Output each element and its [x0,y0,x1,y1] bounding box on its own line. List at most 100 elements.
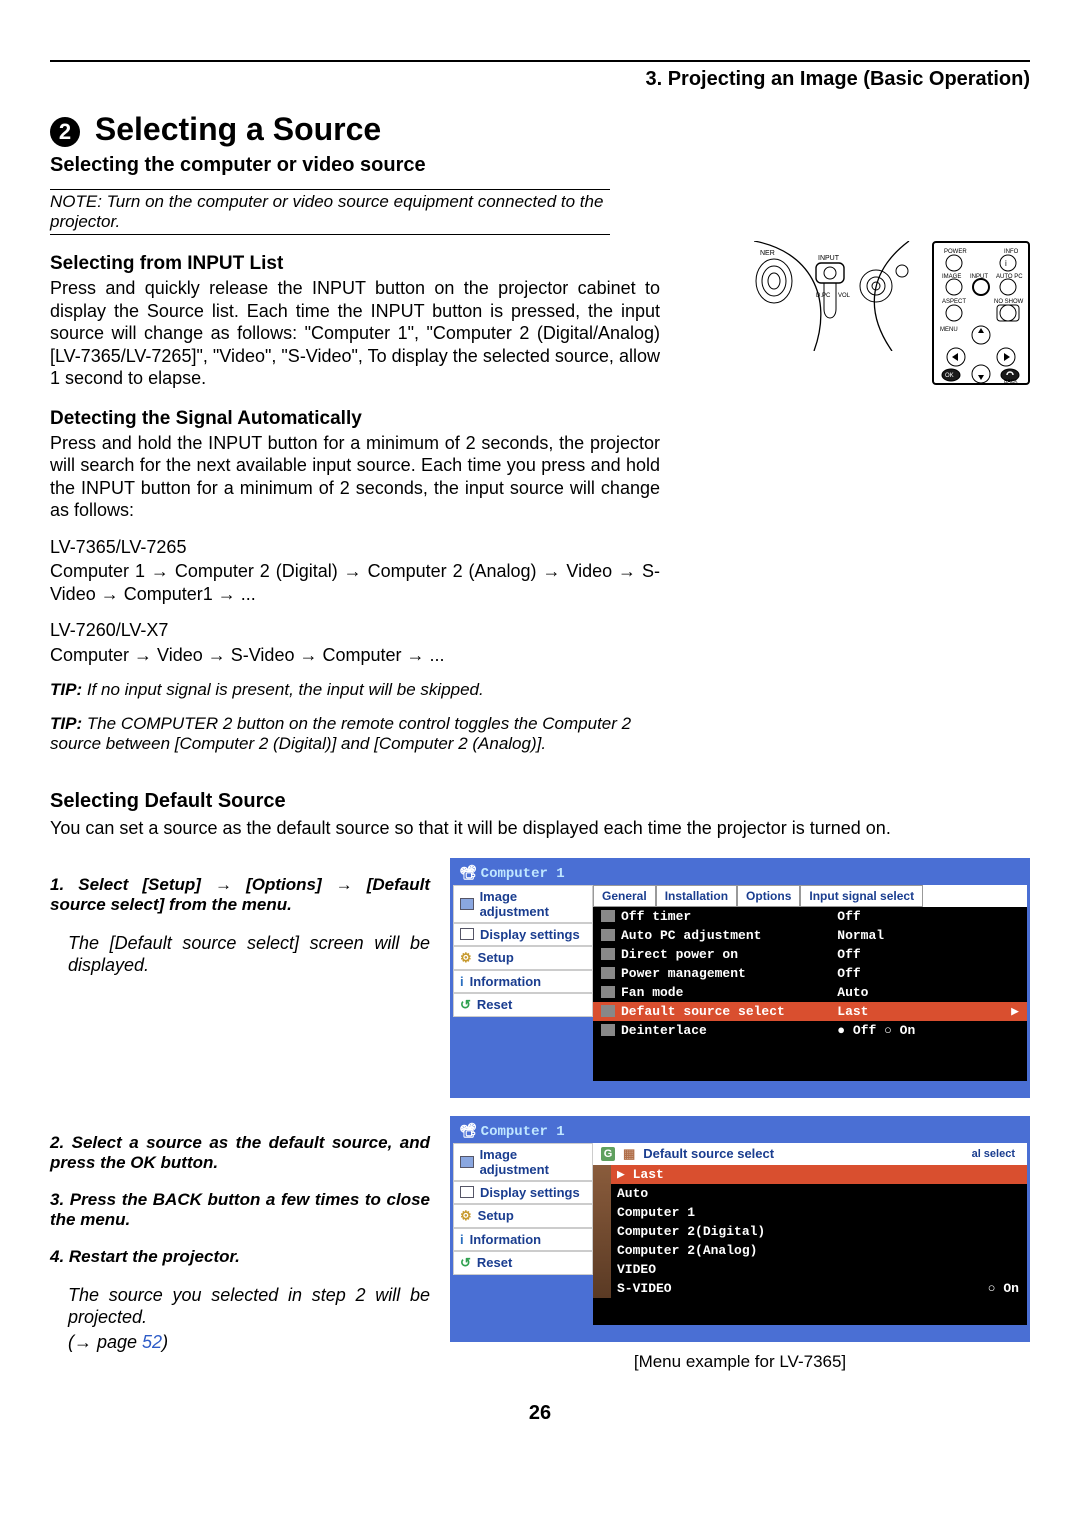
note-block: NOTE: Turn on the computer or video sour… [50,189,610,235]
rect-icon [460,1186,474,1198]
section-title: 2 Selecting a Source [50,111,1030,148]
pageref-suffix: ) [162,1332,168,1352]
tab-options[interactable]: Options [737,885,800,907]
tab-general[interactable]: General [593,885,656,907]
chain-line-2: Computer → Video → S-Video → Computer → … [50,644,660,667]
row-icon [601,1005,615,1017]
menu-screenshot-2: 📽 Computer 1 Image adjustment Display se… [450,1116,1030,1342]
menu-screenshot-1: 📽 Computer 1 Image adjustment Display se… [450,858,1030,1098]
label-input: INPUT [818,255,840,262]
subsection-input-list: Selecting from INPUT List [50,253,660,275]
chain-line-1: Computer 1 → Computer 2 (Digital) → Comp… [50,560,660,605]
page-reference-link[interactable]: 52 [142,1332,162,1352]
step1-number: 1. [50,875,78,894]
option-row[interactable]: Deinterlace● Off ○ On [593,1021,1027,1040]
source-item[interactable]: Computer 2(Analog) [593,1241,1027,1260]
panel-icon: ▦ [623,1146,635,1162]
option-row[interactable]: Power managementOff [593,964,1027,983]
label-back: BACK [1004,379,1018,383]
sidebar2-information[interactable]: iInformation [453,1228,593,1251]
menu2-monitor-icon: 📽 [459,1122,477,1138]
sidebar-reset[interactable]: ↺Reset [453,993,593,1017]
option-row[interactable]: Fan modeAuto [593,983,1027,1002]
default-source-heading: Selecting Default Source [50,790,1030,813]
menu2-main: G ▦ Default source select al select ▶ La… [593,1143,1027,1325]
remote-control-diagram: POWER INFO i IMAGE INPUT AUTO PC ASPECT … [932,241,1030,385]
model-line-1: LV-7365/LV-7265 [50,536,660,559]
label-ok: OK [945,373,954,379]
option-row[interactable]: Off timerOff [593,907,1027,926]
info-icon: i [460,974,464,989]
gear-icon: ⚙ [460,1208,472,1224]
menu2-panel-title: Default source select [643,1146,774,1161]
step3-number: 3. [50,1190,70,1209]
option-row[interactable]: Direct power onOff [593,945,1027,964]
scroll-strip [593,1165,611,1298]
svg-text:i: i [1005,259,1007,268]
sidebar-setup[interactable]: ⚙Setup [453,946,593,970]
sidebar-information[interactable]: iInformation [453,970,593,993]
option-row[interactable]: Default source selectLast▶ [593,1002,1027,1021]
tip-1: TIP: If no input signal is present, the … [50,680,660,700]
menu2-sidebar: Image adjustment Display settings ⚙Setup… [453,1143,593,1325]
sidebar-image-adjustment[interactable]: Image adjustment [453,885,593,923]
label-aspect: ASPECT [942,299,966,305]
step1-text: Select [Setup] → [Options] → [Default so… [50,875,430,914]
row-icon [601,967,615,979]
subsection-auto-detect: Detecting the Signal Automatically [50,408,660,430]
page-number: 26 [50,1402,1030,1425]
reset-icon: ↺ [460,1255,471,1271]
label-ner: NER [760,250,775,257]
input-list-body: Press and quickly release the INPUT butt… [50,277,660,390]
source-item[interactable]: ▶ Last [593,1165,1027,1184]
label-menu: MENU [940,327,958,333]
sidebar2-display-settings[interactable]: Display settings [453,1181,593,1204]
option-row[interactable]: Auto PC adjustmentNormal [593,926,1027,945]
section-title-text: Selecting a Source [95,111,381,147]
sidebar-display-settings[interactable]: Display settings [453,923,593,946]
sidebar2-reset[interactable]: ↺Reset [453,1251,593,1275]
source-item[interactable]: Computer 2(Digital) [593,1222,1027,1241]
tab-installation[interactable]: Installation [656,885,737,907]
g-badge-icon: G [601,1147,615,1161]
tip-label: TIP: [50,680,82,699]
reset-icon: ↺ [460,997,471,1013]
label-vol: VOL [838,293,851,299]
row-icon [601,910,615,922]
step4-number: 4. [50,1247,69,1266]
source-item[interactable]: VIDEO [593,1260,1027,1279]
label-info: INFO [1004,249,1019,255]
sidebar2-setup[interactable]: ⚙Setup [453,1204,593,1228]
step2-number: 2. [50,1133,72,1152]
rect-icon [460,928,474,940]
menu1-monitor-icon: 📽 [459,864,477,880]
projector-cabinet-diagram: NER INPUT D.PC VOL [754,241,914,351]
bars-icon [460,1156,474,1168]
row-icon [601,986,615,998]
tab-input-signal[interactable]: Input signal select [800,885,923,907]
step2-text: Select a source as the default source, a… [50,1133,430,1172]
sidebar2-image-adjustment[interactable]: Image adjustment [453,1143,593,1181]
source-item[interactable]: S-VIDEO○ On [593,1279,1027,1298]
model-line-2: LV-7260/LV-X7 [50,619,660,642]
tip-label-2: TIP: [50,714,82,733]
row-icon [601,929,615,941]
source-item[interactable]: Auto [593,1184,1027,1203]
tip-1-text: If no input signal is present, the input… [82,680,484,699]
menu2-right-tab: al select [968,1147,1019,1161]
auto-detect-body: Press and hold the INPUT button for a mi… [50,432,660,522]
step4-sub: The source you selected in step 2 will b… [50,1284,430,1329]
pageref-prefix: (→ page [68,1332,142,1352]
menu-caption: [Menu example for LV-7365] [450,1352,1030,1372]
label-power: POWER [944,249,967,255]
menu2-title: Computer 1 [481,1124,565,1140]
section-number-badge: 2 [50,117,80,147]
label-dpc: D.PC [816,293,831,299]
gear-icon: ⚙ [460,950,472,966]
source-item[interactable]: Computer 1 [593,1203,1027,1222]
step1-sub: The [Default source select] screen will … [50,932,430,977]
menu1-sidebar: Image adjustment Display settings ⚙Setup… [453,885,593,1081]
step3-text: Press the BACK button a few times to clo… [50,1190,430,1229]
menu1-title: Computer 1 [481,866,565,882]
tip-2-text: The COMPUTER 2 button on the remote cont… [50,714,631,753]
